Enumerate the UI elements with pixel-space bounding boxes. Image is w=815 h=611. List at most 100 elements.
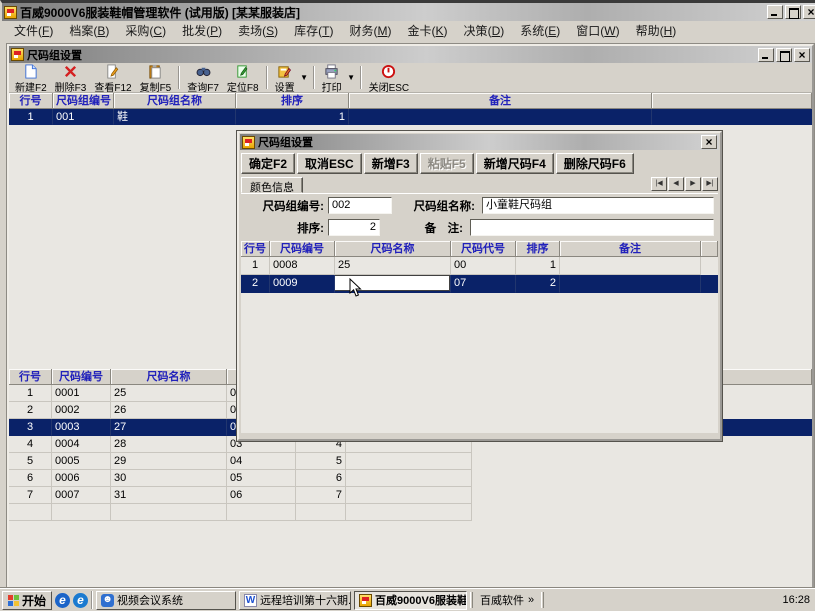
view-button[interactable]: 查看F12 [90, 64, 135, 91]
close-esc-button[interactable]: 关闭ESC [365, 64, 414, 91]
child-titlebar[interactable]: 尺码组设置 × [9, 46, 812, 63]
tray-icon[interactable] [707, 594, 720, 607]
tray-icon[interactable] [567, 594, 580, 607]
table-row-selected[interactable]: 2 0009 07 2 [241, 275, 718, 293]
tray-icon[interactable] [679, 594, 692, 607]
dialog-title: 尺码组设置 [258, 134, 313, 150]
tray-icon[interactable] [609, 594, 622, 607]
chevron-icon[interactable]: » [528, 594, 534, 606]
print-button[interactable]: 打印 [318, 64, 346, 91]
menu-item[interactable]: 文件(F) [6, 21, 61, 40]
child-maximize-button[interactable] [776, 48, 792, 62]
add-button[interactable]: 新增F3 [364, 153, 418, 174]
menu-item[interactable]: 采购(C) [117, 21, 174, 40]
group-name-label: 尺码组名称: [392, 198, 478, 214]
toolbar-separator [266, 66, 268, 89]
tray-icon[interactable] [651, 594, 664, 607]
table-row[interactable]: 6 0006 30 05 6 [9, 470, 812, 487]
tray-icon[interactable] [735, 594, 748, 607]
locate-button[interactable]: 定位F8 [223, 64, 263, 91]
tray-icon[interactable] [595, 594, 608, 607]
tray-icon[interactable] [749, 594, 762, 607]
dialog-titlebar[interactable]: 尺码组设置 × [240, 134, 719, 150]
sort-input[interactable]: 2 [328, 219, 380, 236]
close-button[interactable]: × [803, 5, 815, 19]
child-close-button[interactable]: × [794, 48, 810, 62]
app-icon [359, 594, 372, 607]
person-icon: ☻ [101, 594, 114, 607]
tray-icon[interactable] [693, 594, 706, 607]
table-row[interactable]: 5 0005 29 04 5 [9, 453, 812, 470]
size-group-dialog: 尺码组设置 × 确定F2 取消ESC 新增F3 粘贴F5 新增尺码F4 删除尺码… [237, 131, 722, 441]
menu-item[interactable]: 库存(T) [286, 21, 341, 40]
paste-button: 粘贴F5 [420, 153, 474, 174]
tray-icon[interactable] [763, 594, 776, 607]
group-code-input[interactable]: 002 [328, 197, 392, 214]
menu-item[interactable]: 批发(P) [174, 21, 230, 40]
taskbar-task-video[interactable]: ☻ 视频会议系统 [96, 591, 236, 610]
group-code-label: 尺码组编号: [242, 198, 324, 214]
taskbar-toolbar-baiwei[interactable]: 百威软件 » [476, 592, 538, 608]
main-titlebar[interactable]: 百威9000V6服装鞋帽管理软件 (试用版) [某某服装店] × [2, 3, 815, 21]
next-record-button[interactable]: ▶ [685, 177, 701, 191]
mouse-cursor [349, 278, 362, 303]
last-record-button[interactable]: ▶| [702, 177, 718, 191]
delete-size-button[interactable]: 删除尺码F6 [556, 153, 634, 174]
menu-item[interactable]: 窗口(W) [568, 21, 627, 40]
table-row[interactable]: 7 0007 31 06 7 [9, 487, 812, 504]
power-circle-icon [380, 64, 397, 79]
query-button[interactable]: 查询F7 [183, 64, 223, 91]
settings-button[interactable]: 设置 [271, 64, 299, 91]
add-size-button[interactable]: 新增尺码F4 [476, 153, 554, 174]
tray-icon[interactable] [721, 594, 734, 607]
table-header-row: 行号 尺码编号 尺码名称 尺码代号 排序 备注 [241, 241, 718, 257]
menu-item[interactable]: 帮助(H) [628, 21, 685, 40]
print-dropdown-arrow[interactable]: ▼ [346, 64, 357, 91]
tab-color-info[interactable]: 颜色信息 [241, 177, 303, 193]
menu-item[interactable]: 财务(M) [342, 21, 400, 40]
tray-grip [541, 592, 544, 608]
prev-record-button[interactable]: ◀ [668, 177, 684, 191]
taskbar-task-app[interactable]: 百威9000V6服装鞋帽... [354, 591, 467, 610]
group-name-input[interactable]: 小童鞋尺码组 [482, 197, 714, 214]
ok-button[interactable]: 确定F2 [241, 153, 295, 174]
toolbar-grip[interactable] [470, 592, 473, 608]
table-header-row: 行号 尺码组编号 尺码组名称 排序 备注 [9, 93, 812, 109]
menu-item[interactable]: 档案(B) [61, 21, 117, 40]
toolbar-separator [178, 66, 180, 89]
new-button[interactable]: 新建F2 [11, 64, 51, 91]
ie-channel-icon[interactable]: e [73, 593, 88, 608]
minimize-button[interactable] [767, 5, 783, 19]
ie-icon[interactable]: e [55, 593, 70, 608]
table-row[interactable]: 1 0008 25 00 1 [241, 257, 718, 275]
cancel-button[interactable]: 取消ESC [297, 153, 362, 174]
tray-icon[interactable] [665, 594, 678, 607]
settings-dropdown-arrow[interactable]: ▼ [299, 64, 310, 91]
note-input[interactable] [470, 219, 714, 236]
taskbar-task-doc[interactable]: W 远程培训第十六期.do... [239, 591, 351, 610]
tray-icon[interactable] [637, 594, 650, 607]
table-row[interactable] [9, 504, 812, 521]
record-nav: |◀ ◀ ▶ ▶| [651, 177, 718, 191]
menu-item[interactable]: 决策(D) [456, 21, 513, 40]
new-doc-icon [22, 64, 39, 79]
taskbar-separator [91, 591, 93, 609]
tray-icon[interactable] [623, 594, 636, 607]
copy-button[interactable]: 复制F5 [136, 64, 176, 91]
maximize-button[interactable] [785, 5, 801, 19]
table-row[interactable]: 1 001 鞋 1 [9, 109, 812, 125]
sort-label: 排序: [242, 220, 324, 236]
child-minimize-button[interactable] [758, 48, 774, 62]
menu-item[interactable]: 系统(E) [512, 21, 568, 40]
menu-item[interactable]: 卖场(S) [230, 21, 286, 40]
delete-button[interactable]: 删除F3 [51, 64, 91, 91]
start-button[interactable]: 开始 [2, 591, 52, 610]
dialog-close-button[interactable]: × [701, 135, 717, 149]
first-record-button[interactable]: |◀ [651, 177, 667, 191]
quick-launch: e e [55, 593, 88, 608]
tray-icon[interactable] [553, 594, 566, 607]
system-tray: 16:28 [553, 594, 813, 607]
menu-item[interactable]: 金卡(K) [400, 21, 456, 40]
tray-icon[interactable] [581, 594, 594, 607]
toolbar-separator [313, 66, 315, 89]
